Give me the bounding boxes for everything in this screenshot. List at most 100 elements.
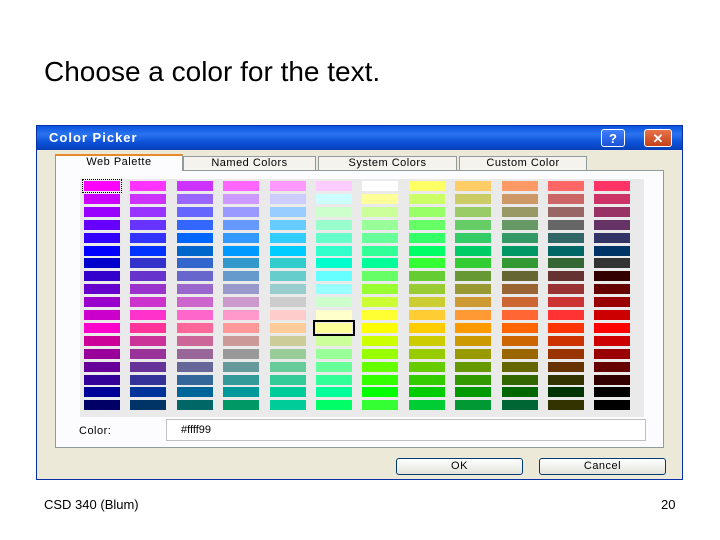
color-swatch[interactable] [223,181,260,191]
color-swatch[interactable] [362,310,399,320]
color-swatch[interactable] [176,310,213,320]
color-swatch[interactable] [594,361,631,372]
color-swatch[interactable] [548,193,584,204]
color-swatch[interactable] [362,348,399,359]
color-swatch[interactable] [501,335,538,346]
color-swatch[interactable] [594,387,631,398]
color-swatch[interactable] [269,271,306,282]
color-swatch[interactable] [408,297,445,308]
color-swatch[interactable] [501,310,538,320]
color-swatch[interactable] [269,335,306,346]
color-swatch[interactable] [408,258,445,269]
color-swatch[interactable] [269,284,306,295]
color-swatch[interactable] [362,271,399,282]
color-swatch[interactable] [594,271,631,282]
color-swatch[interactable] [548,310,584,320]
color-swatch[interactable] [501,297,538,308]
color-swatch[interactable] [455,206,492,217]
color-swatch[interactable] [269,387,306,398]
color-swatch[interactable] [362,284,399,295]
color-swatch[interactable] [501,219,538,230]
color-swatch[interactable] [84,219,120,230]
tab-web-palette[interactable]: Web Palette [55,154,183,171]
color-swatch[interactable] [362,219,399,230]
color-swatch[interactable] [130,387,167,398]
color-swatch[interactable] [594,245,631,256]
color-swatch[interactable] [84,297,120,308]
color-swatch[interactable] [176,284,213,295]
color-swatch[interactable] [130,348,167,359]
color-swatch[interactable] [594,258,631,269]
color-swatch[interactable] [594,374,631,385]
color-swatch[interactable] [455,387,492,398]
color-swatch[interactable] [408,232,445,243]
color-swatch[interactable] [130,322,167,333]
color-swatch[interactable] [84,284,120,295]
color-swatch[interactable] [455,335,492,346]
color-swatch[interactable] [176,387,213,398]
color-swatch[interactable] [316,297,352,308]
color-swatch[interactable] [548,297,584,308]
color-swatch[interactable] [408,387,445,398]
color-swatch[interactable] [594,335,631,346]
color-swatch[interactable] [455,245,492,256]
color-swatch[interactable] [223,322,260,333]
color-swatch[interactable] [455,232,492,243]
color-swatch[interactable] [362,400,399,411]
color-swatch[interactable] [501,374,538,385]
color-swatch[interactable] [548,245,584,256]
color-swatch[interactable] [501,206,538,217]
color-swatch[interactable] [223,284,260,295]
color-swatch[interactable] [455,193,492,204]
color-swatch[interactable] [130,400,167,411]
color-swatch[interactable] [362,374,399,385]
color-swatch[interactable] [223,232,260,243]
color-swatch[interactable] [316,374,352,385]
color-swatch[interactable] [455,271,492,282]
color-value-field[interactable]: #ffff99 [166,419,646,441]
color-swatch[interactable] [594,206,631,217]
color-swatch[interactable] [223,400,260,411]
color-swatch[interactable] [316,335,352,346]
color-swatch[interactable] [269,400,306,411]
color-swatch[interactable] [455,348,492,359]
color-swatch[interactable] [362,361,399,372]
color-swatch[interactable] [223,348,260,359]
color-swatch[interactable] [176,297,213,308]
color-swatch[interactable] [269,348,306,359]
color-swatch[interactable] [176,232,213,243]
color-swatch[interactable] [316,258,352,269]
color-swatch[interactable] [362,297,399,308]
color-swatch[interactable] [269,297,306,308]
color-swatch[interactable] [269,219,306,230]
color-swatch[interactable] [408,181,445,191]
color-swatch[interactable] [223,219,260,230]
color-swatch[interactable] [408,322,445,333]
color-swatch[interactable] [455,297,492,308]
color-swatch[interactable] [176,219,213,230]
color-swatch[interactable] [176,181,213,191]
color-swatch[interactable] [455,284,492,295]
color-swatch[interactable] [176,322,213,333]
color-swatch[interactable] [594,348,631,359]
color-swatch[interactable] [130,297,167,308]
dialog-titlebar[interactable]: Color Picker ? ✕ [37,126,682,150]
ok-button[interactable]: OK [396,458,523,475]
color-swatch[interactable] [501,400,538,411]
color-swatch[interactable] [548,361,584,372]
color-swatch[interactable] [130,310,167,320]
color-swatch[interactable] [223,245,260,256]
color-swatch[interactable] [130,181,167,191]
color-swatch[interactable] [362,258,399,269]
color-swatch[interactable] [223,335,260,346]
color-swatch[interactable] [594,297,631,308]
color-swatch[interactable] [594,232,631,243]
color-swatch[interactable] [269,181,306,191]
tab-named-colors[interactable]: Named Colors [183,156,316,170]
color-swatch[interactable] [594,322,631,333]
color-swatch[interactable] [594,181,631,191]
color-swatch[interactable] [316,387,352,398]
color-swatch[interactable] [548,258,584,269]
color-swatch[interactable] [455,258,492,269]
color-swatch[interactable] [455,361,492,372]
